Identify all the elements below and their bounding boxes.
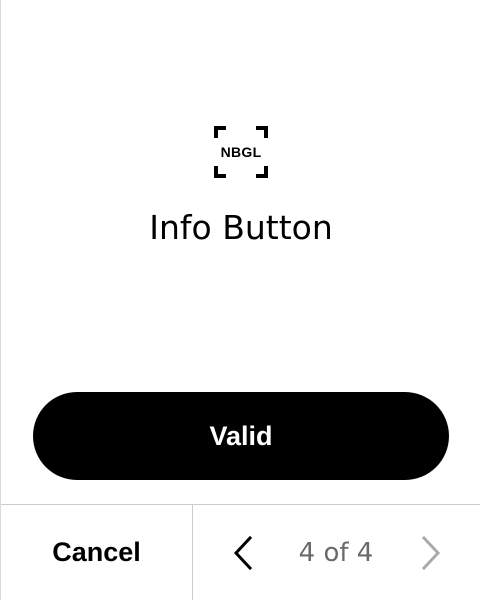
valid-button[interactable]: Valid xyxy=(33,392,449,480)
page-indicator: 4 of 4 xyxy=(298,537,374,568)
previous-page-button[interactable] xyxy=(221,529,265,577)
chevron-left-icon xyxy=(233,535,253,571)
cancel-button[interactable]: Cancel xyxy=(1,505,193,600)
footer-nav: Cancel 4 of 4 xyxy=(1,504,480,600)
page-title: Info Button xyxy=(149,208,333,247)
chevron-right-icon xyxy=(421,535,441,571)
logo-text: NBGL xyxy=(220,144,262,160)
screen: NBGL Info Button Valid Cancel 4 of 4 xyxy=(0,0,480,600)
nbgl-logo-icon: NBGL xyxy=(214,126,268,178)
next-page-button[interactable] xyxy=(409,529,453,577)
